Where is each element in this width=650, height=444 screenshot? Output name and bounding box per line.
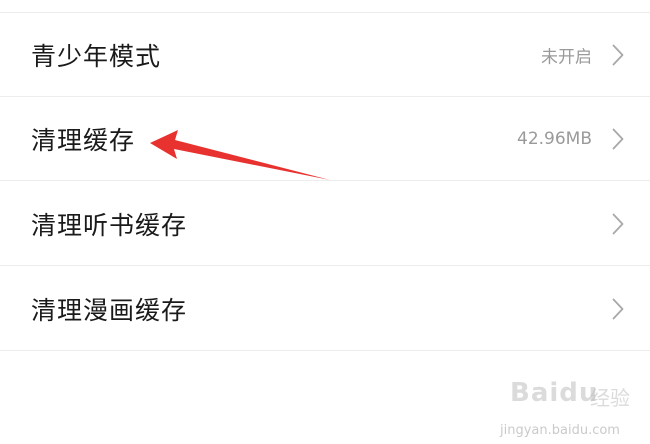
chevron-right-icon (612, 44, 624, 65)
chevron-right-icon (612, 298, 624, 319)
chevron-right-icon (612, 128, 624, 149)
settings-item-clear-audiobook-cache[interactable]: 清理听书缓存 (0, 182, 650, 266)
chevron-right-icon (612, 213, 624, 234)
settings-item-label: 清理漫画缓存 (31, 295, 188, 325)
settings-item-label: 青少年模式 (31, 41, 162, 71)
settings-item-clear-cache[interactable]: 清理缓存 42.96MB (0, 97, 650, 181)
settings-item-clear-comic-cache[interactable]: 清理漫画缓存 (0, 267, 650, 351)
watermark-url: jingyan.baidu.com (500, 423, 620, 438)
settings-item-teen-mode[interactable]: 青少年模式 未开启 (0, 13, 650, 97)
watermark: Baidu 经验 jingyan.baidu.com (500, 374, 632, 438)
watermark-text: 经验 (590, 386, 630, 410)
settings-item-label: 清理听书缓存 (31, 210, 188, 240)
settings-item-label: 清理缓存 (31, 125, 136, 155)
settings-item-value: 未开启 (541, 47, 592, 67)
settings-item-value: 42.96MB (517, 128, 592, 149)
watermark-logo: Baidu (510, 378, 599, 408)
